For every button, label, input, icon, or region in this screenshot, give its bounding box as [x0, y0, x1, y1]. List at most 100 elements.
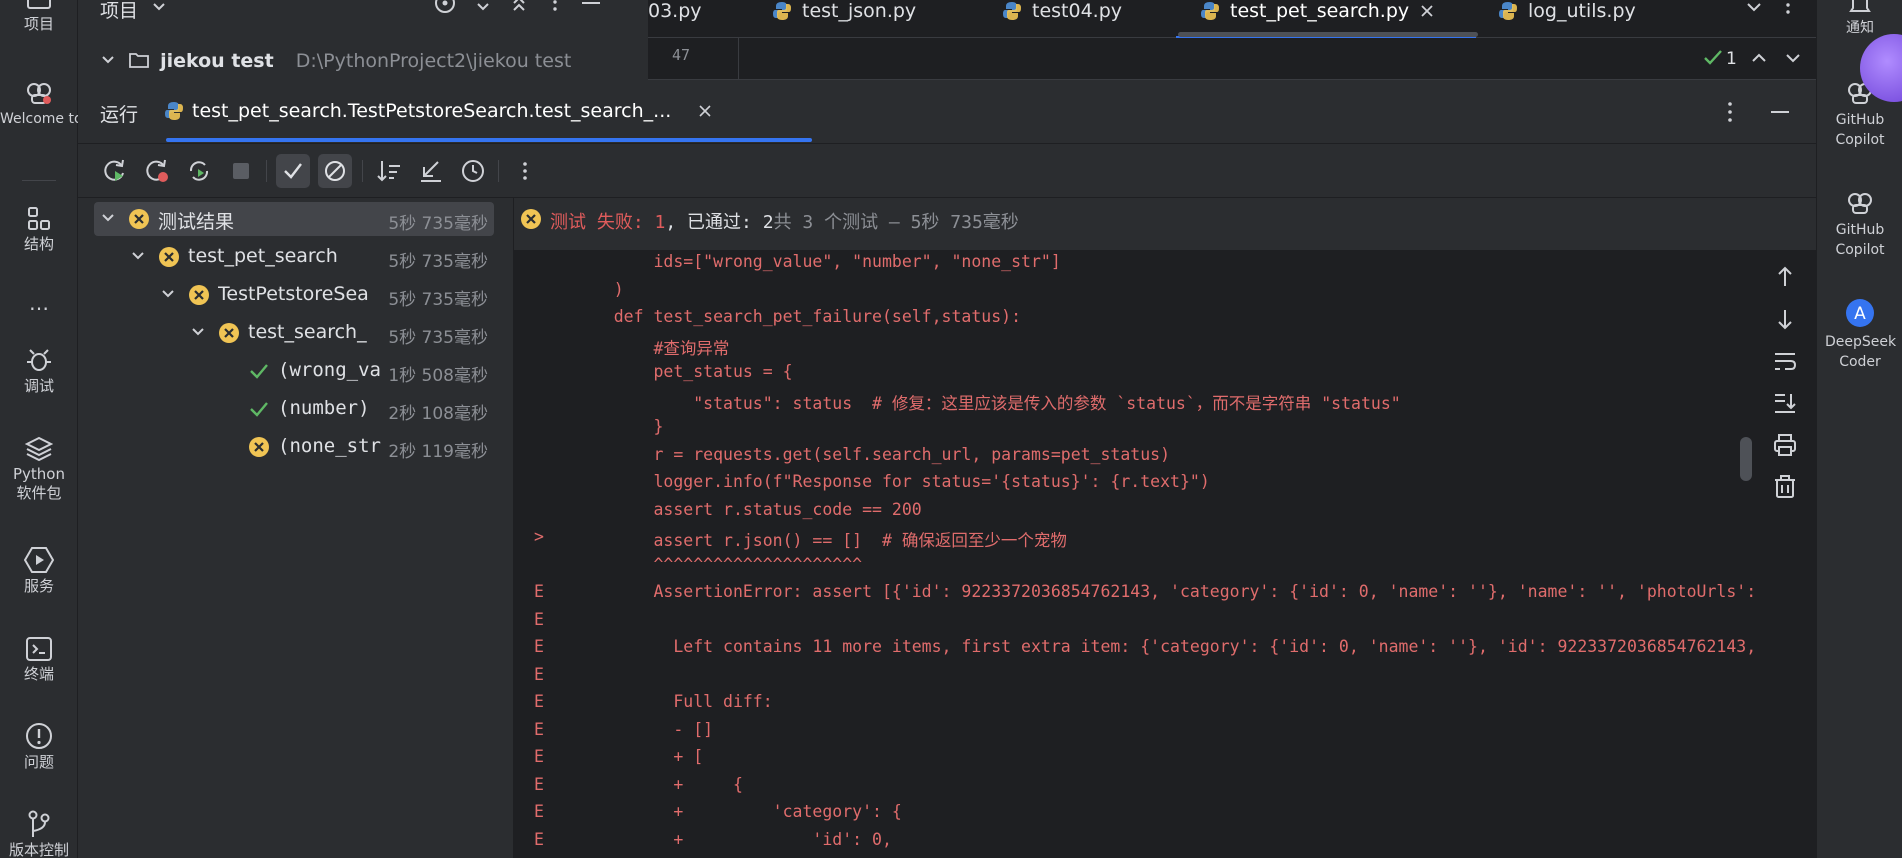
toggle-auto-test-button[interactable]: [182, 154, 216, 188]
status-failed-label: 失败:: [596, 212, 644, 233]
tool-window-python-packages[interactable]: Python 软件包: [0, 436, 78, 503]
tree-row-duration: 5秒 735毫秒: [388, 252, 488, 272]
console-output[interactable]: ids=["wrong_value", "number", "none_str"…: [514, 250, 1754, 858]
arrow-up-icon[interactable]: [1772, 264, 1798, 290]
test-status-bar: 测试 失败: 1, 已通过: 2共 3 个测试 – 5秒 735毫秒: [514, 198, 1816, 250]
tool-window-deepseek-coder[interactable]: A DeepSeek Coder: [1817, 298, 1902, 372]
python-file-icon: [165, 102, 183, 120]
python-file-icon: [1003, 2, 1021, 20]
import-tests-button[interactable]: [414, 154, 448, 188]
rerun-button[interactable]: [98, 154, 132, 188]
tree-row-label: (number): [278, 397, 370, 419]
tree-row-duration: 2秒 119毫秒: [388, 442, 488, 462]
passed-icon: [250, 364, 268, 379]
chevron-down-icon[interactable]: [1742, 0, 1766, 22]
show-passed-toggle[interactable]: [276, 154, 310, 188]
history-button[interactable]: [456, 154, 490, 188]
tool-window-problems[interactable]: 问题: [0, 722, 78, 772]
status-test-label: 测试: [550, 212, 586, 233]
tool-window-vcs[interactable]: 版本控制: [0, 810, 78, 858]
tool-window-label: GitHub Copilot: [1835, 112, 1885, 148]
tool-window-label: 调试: [23, 377, 54, 395]
tool-window-label: Welcome to GitHub: [0, 111, 136, 127]
previous-highlight-icon[interactable]: [1748, 48, 1770, 68]
close-icon[interactable]: [1419, 3, 1435, 19]
trash-icon[interactable]: [1772, 474, 1798, 500]
more-options-button[interactable]: [508, 154, 542, 188]
console-line-text: assert r.status_code == 200: [574, 499, 922, 519]
inspection-count[interactable]: 1: [1726, 49, 1737, 69]
tree-row-case[interactable]: (number) 2秒 108毫秒: [94, 392, 494, 426]
tool-window-label: DeepSeek Coder: [1825, 334, 1897, 370]
tree-row-label: (wrong_val: [278, 359, 382, 381]
project-root-row[interactable]: jiekou test D:\PythonProject2\jiekou tes…: [100, 50, 571, 72]
tool-window-welcome-github[interactable]: Welcome to GitHub: [0, 80, 136, 129]
editor-tab[interactable]: test04.py: [1002, 0, 1122, 26]
editor-gutter-strip: 47 1: [648, 38, 1816, 80]
tool-window-services[interactable]: 服务: [0, 546, 78, 596]
python-file-icon: [1201, 2, 1219, 20]
tool-window-label: 终端: [23, 665, 54, 683]
tool-window-notifications[interactable]: 通知: [1817, 0, 1902, 38]
sort-icon: [377, 161, 400, 182]
close-icon[interactable]: [697, 103, 713, 119]
bell-icon: [1849, 0, 1871, 12]
tool-window-project[interactable]: 项目: [0, 0, 78, 34]
next-highlight-icon[interactable]: [1782, 48, 1804, 68]
svg-text:A: A: [1854, 304, 1866, 324]
arrow-down-icon[interactable]: [1772, 306, 1798, 332]
print-icon[interactable]: [1772, 432, 1798, 458]
more-tool-windows[interactable]: …: [0, 293, 78, 313]
scroll-to-end-icon[interactable]: [1772, 390, 1798, 416]
tree-row-label: (none_str): [278, 435, 382, 457]
tool-window-label: 结构: [23, 235, 54, 253]
passed-icon: [250, 402, 268, 417]
tool-window-label: 问题: [23, 753, 54, 771]
console-line-text: pet_status = {: [574, 362, 793, 381]
run-panel-title[interactable]: 运行: [100, 100, 138, 127]
more-options-icon[interactable]: [1718, 100, 1742, 124]
line-number: 47: [672, 46, 691, 64]
soft-wrap-icon[interactable]: [1772, 348, 1798, 374]
collapse-all-icon[interactable]: [506, 0, 532, 22]
console-line-marker: E: [534, 664, 544, 684]
editor-tab-label: test_json.py: [802, 0, 917, 22]
tool-window-structure[interactable]: 结构: [0, 206, 78, 254]
more-options-icon[interactable]: [1776, 0, 1800, 22]
run-config-tab[interactable]: test_pet_search.TestPetstoreSearch.test_…: [164, 94, 713, 128]
run-panel-header: 运行 test_pet_search.TestPetstoreSearch.te…: [78, 80, 1816, 144]
tool-window-github-copilot-2[interactable]: GitHub Copilot: [1817, 190, 1902, 260]
editor-tab[interactable]: test_json.py: [772, 0, 916, 26]
editor-tab-active[interactable]: test_pet_search.py: [1200, 0, 1435, 26]
more-options-icon[interactable]: [542, 0, 568, 22]
console-line-marker: E: [534, 829, 544, 849]
editor-tab[interactable]: 03.py: [648, 0, 702, 26]
editor-tab[interactable]: log_utils.py: [1498, 0, 1636, 26]
console-scrollbar[interactable]: [1740, 437, 1752, 481]
test-console: 测试 失败: 1, 已通过: 2共 3 个测试 – 5秒 735毫秒 ids=[…: [514, 198, 1816, 858]
tool-window-terminal[interactable]: 终端: [0, 636, 78, 684]
console-line-text: ids=["wrong_value", "number", "none_str"…: [574, 252, 1061, 271]
chevron-down-icon[interactable]: [146, 0, 172, 22]
locate-icon[interactable]: [432, 0, 458, 22]
sort-button[interactable]: [372, 154, 406, 188]
tree-row-case[interactable]: (none_str) 2秒 119毫秒: [94, 430, 494, 464]
tree-row-function[interactable]: test_search_p 5秒 735毫秒: [94, 316, 494, 350]
tree-row-root[interactable]: 测试结果 5秒 735毫秒: [94, 202, 494, 236]
show-ignored-toggle[interactable]: [318, 154, 352, 188]
project-panel-header: 项目 jiekou test D:\PythonProject2\jiekou …: [78, 0, 648, 80]
expand-all-icon[interactable]: [470, 0, 496, 22]
hide-panel-icon[interactable]: [1768, 100, 1792, 124]
tool-window-debug[interactable]: 调试: [0, 348, 78, 396]
console-line-text: "status": status # 修复：这里应该是传入的参数 `status…: [574, 393, 1401, 413]
tree-row-class[interactable]: TestPetstoreSea 5秒 735毫秒: [94, 278, 494, 312]
hide-panel-icon[interactable]: [578, 0, 604, 22]
rerun-failed-button[interactable]: [140, 154, 174, 188]
tree-row-module[interactable]: test_pet_search 5秒 735毫秒: [94, 240, 494, 274]
tree-row-case[interactable]: (wrong_val 1秒 508毫秒: [94, 354, 494, 388]
stop-button[interactable]: [224, 154, 258, 188]
tab-bar-scrollbar[interactable]: [1178, 32, 1478, 37]
project-panel-title[interactable]: 项目: [100, 0, 138, 23]
project-root-path: D:\PythonProject2\jiekou test: [295, 50, 572, 72]
right-tool-strip: 通知 GitHub Copilot GitHub Copilot A DeepS…: [1816, 0, 1902, 858]
